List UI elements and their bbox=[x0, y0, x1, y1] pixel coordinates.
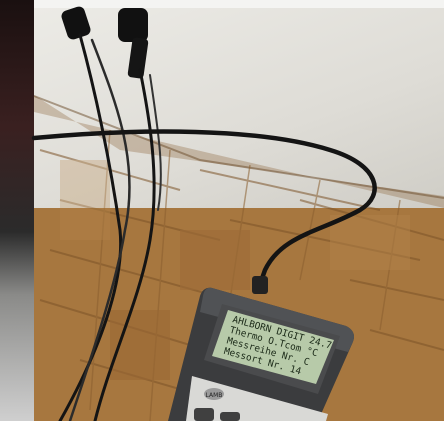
device-cable-plug bbox=[252, 276, 268, 294]
brand-logo-text: LAMB bbox=[206, 392, 223, 399]
probe-connector-right bbox=[118, 8, 149, 79]
device-key-1 bbox=[194, 408, 214, 421]
measuring-device: AHLBORN DIGIT 24.7 Thermo O.Tcom °C Mess… bbox=[168, 287, 354, 421]
device-key-2 bbox=[220, 412, 240, 421]
probe-connector-left bbox=[61, 6, 91, 40]
photo-scene: AHLBORN DIGIT 24.7 Thermo O.Tcom °C Mess… bbox=[0, 0, 444, 421]
scene-drawing: AHLBORN DIGIT 24.7 Thermo O.Tcom °C Mess… bbox=[31, 6, 444, 421]
